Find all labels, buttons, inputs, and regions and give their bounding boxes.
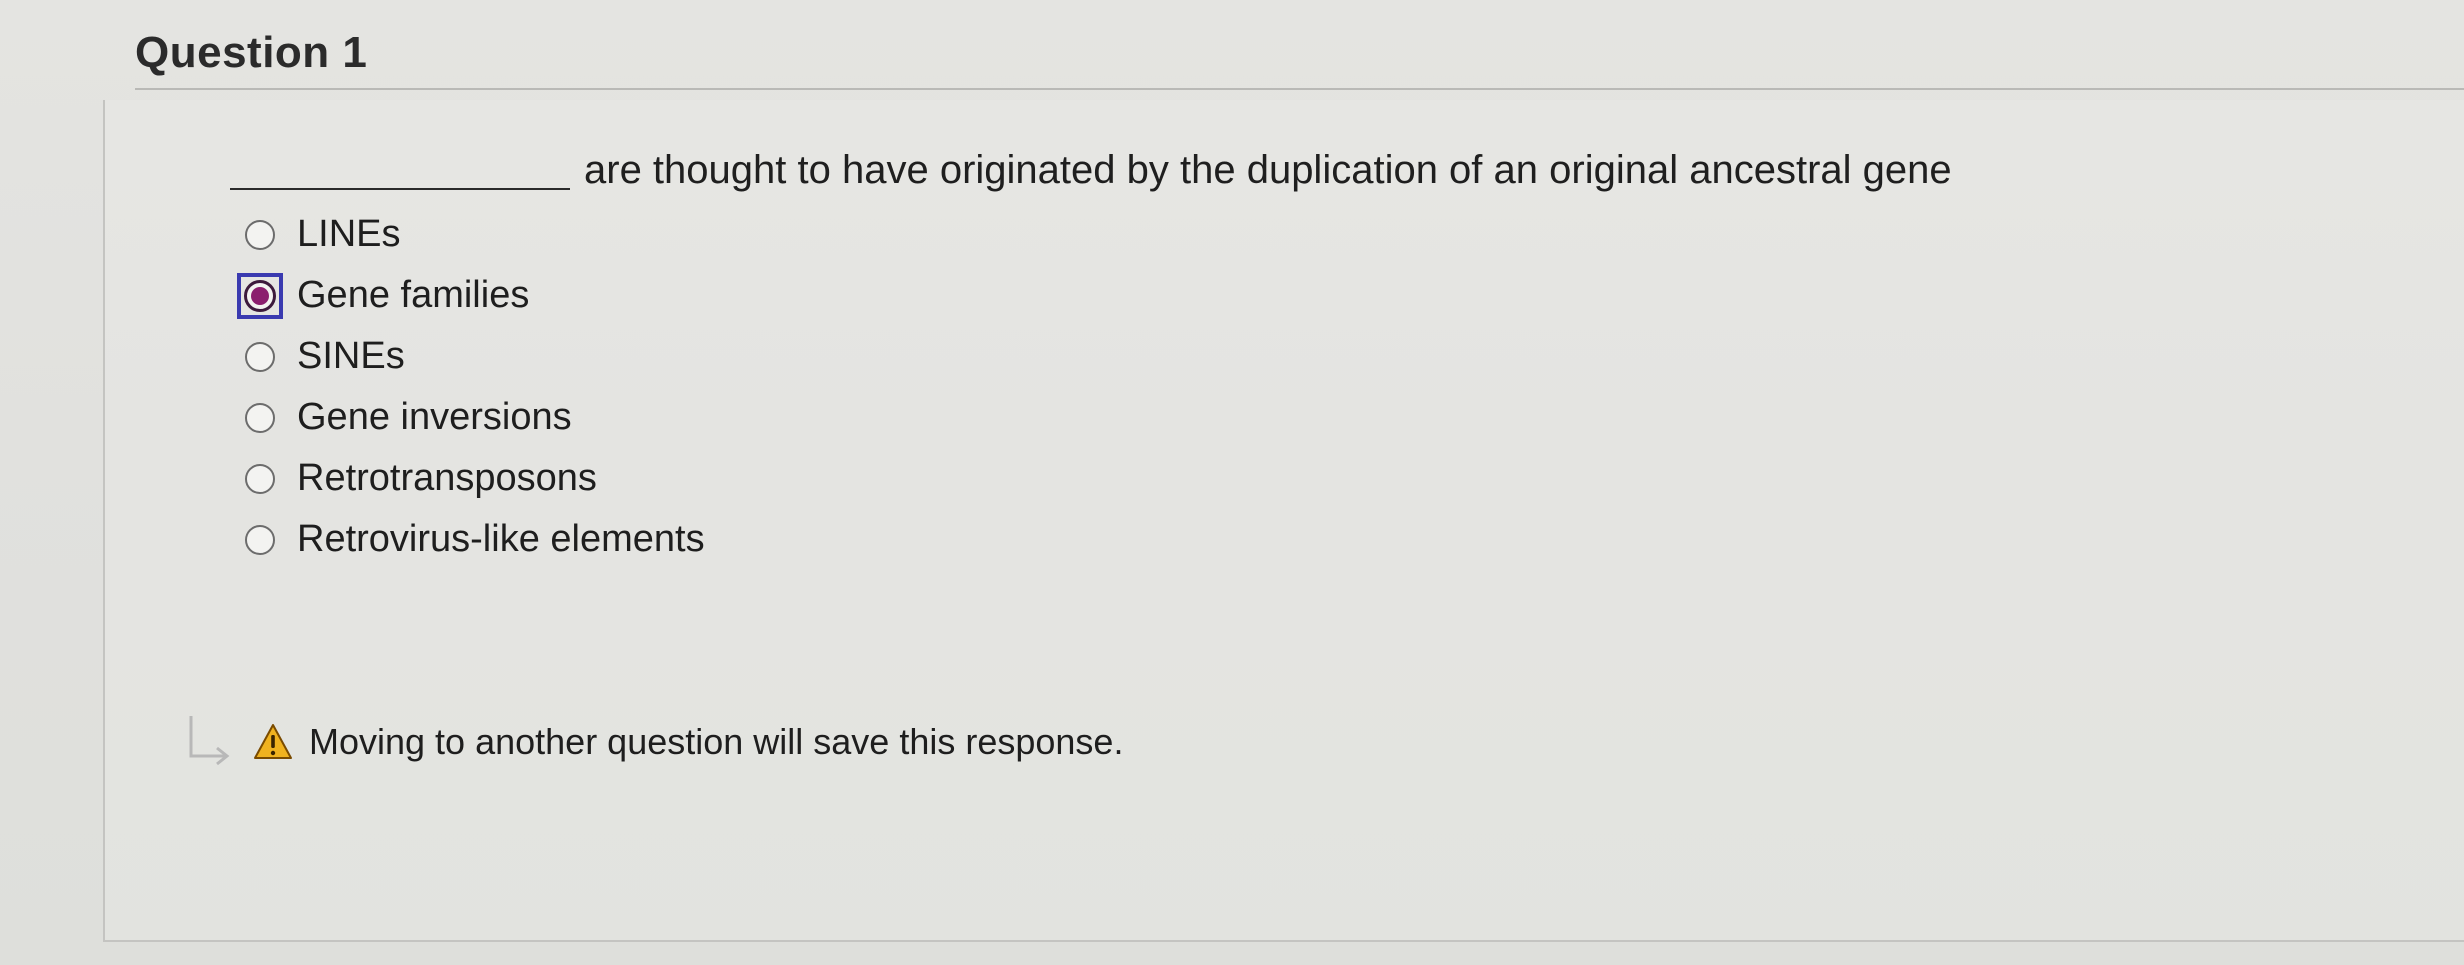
- radio-ring: [244, 279, 276, 312]
- option-lines[interactable]: LINEs: [245, 204, 1145, 265]
- option-sines[interactable]: SINEs: [245, 326, 1145, 387]
- return-arrow-icon: [189, 716, 230, 766]
- option-label: Retrotransposons: [297, 457, 597, 499]
- option-gene-inversions[interactable]: Gene inversions: [245, 387, 1145, 448]
- fill-in-blank: [230, 150, 570, 190]
- radio-button[interactable]: [245, 219, 275, 250]
- option-label: Retrovirus-like elements: [297, 518, 705, 560]
- option-label: LINEs: [297, 213, 401, 255]
- notice-text: Moving to another question will save thi…: [309, 721, 1124, 762]
- question-title: Question 1: [135, 28, 368, 77]
- option-retrotransposons[interactable]: Retrotransposons: [245, 448, 1145, 509]
- question-header: Question 1: [135, 22, 2464, 90]
- answer-options: LINEs Gene families SINEs Gene inversion…: [237, 204, 1145, 570]
- radio-button[interactable]: [245, 341, 275, 372]
- option-retrovirus-like-elements[interactable]: Retrovirus-like elements: [245, 509, 1145, 570]
- option-label: Gene families: [297, 274, 530, 316]
- option-label: SINEs: [297, 335, 405, 377]
- save-notice: Moving to another question will save thi…: [185, 712, 1123, 772]
- warning-icon: [254, 724, 292, 759]
- prompt-text: are thought to have originated by the du…: [584, 148, 1952, 192]
- radio-button-selected[interactable]: [237, 272, 283, 319]
- radio-button[interactable]: [245, 463, 275, 494]
- option-label: Gene inversions: [297, 396, 572, 438]
- radio-selected-dot: [251, 286, 269, 305]
- radio-button[interactable]: [245, 402, 275, 433]
- radio-button[interactable]: [245, 524, 275, 555]
- question-prompt: are thought to have originated by the du…: [230, 150, 1952, 190]
- option-gene-families[interactable]: Gene families: [237, 265, 1145, 326]
- screen: Question 1 are thought to have originate…: [0, 0, 2464, 965]
